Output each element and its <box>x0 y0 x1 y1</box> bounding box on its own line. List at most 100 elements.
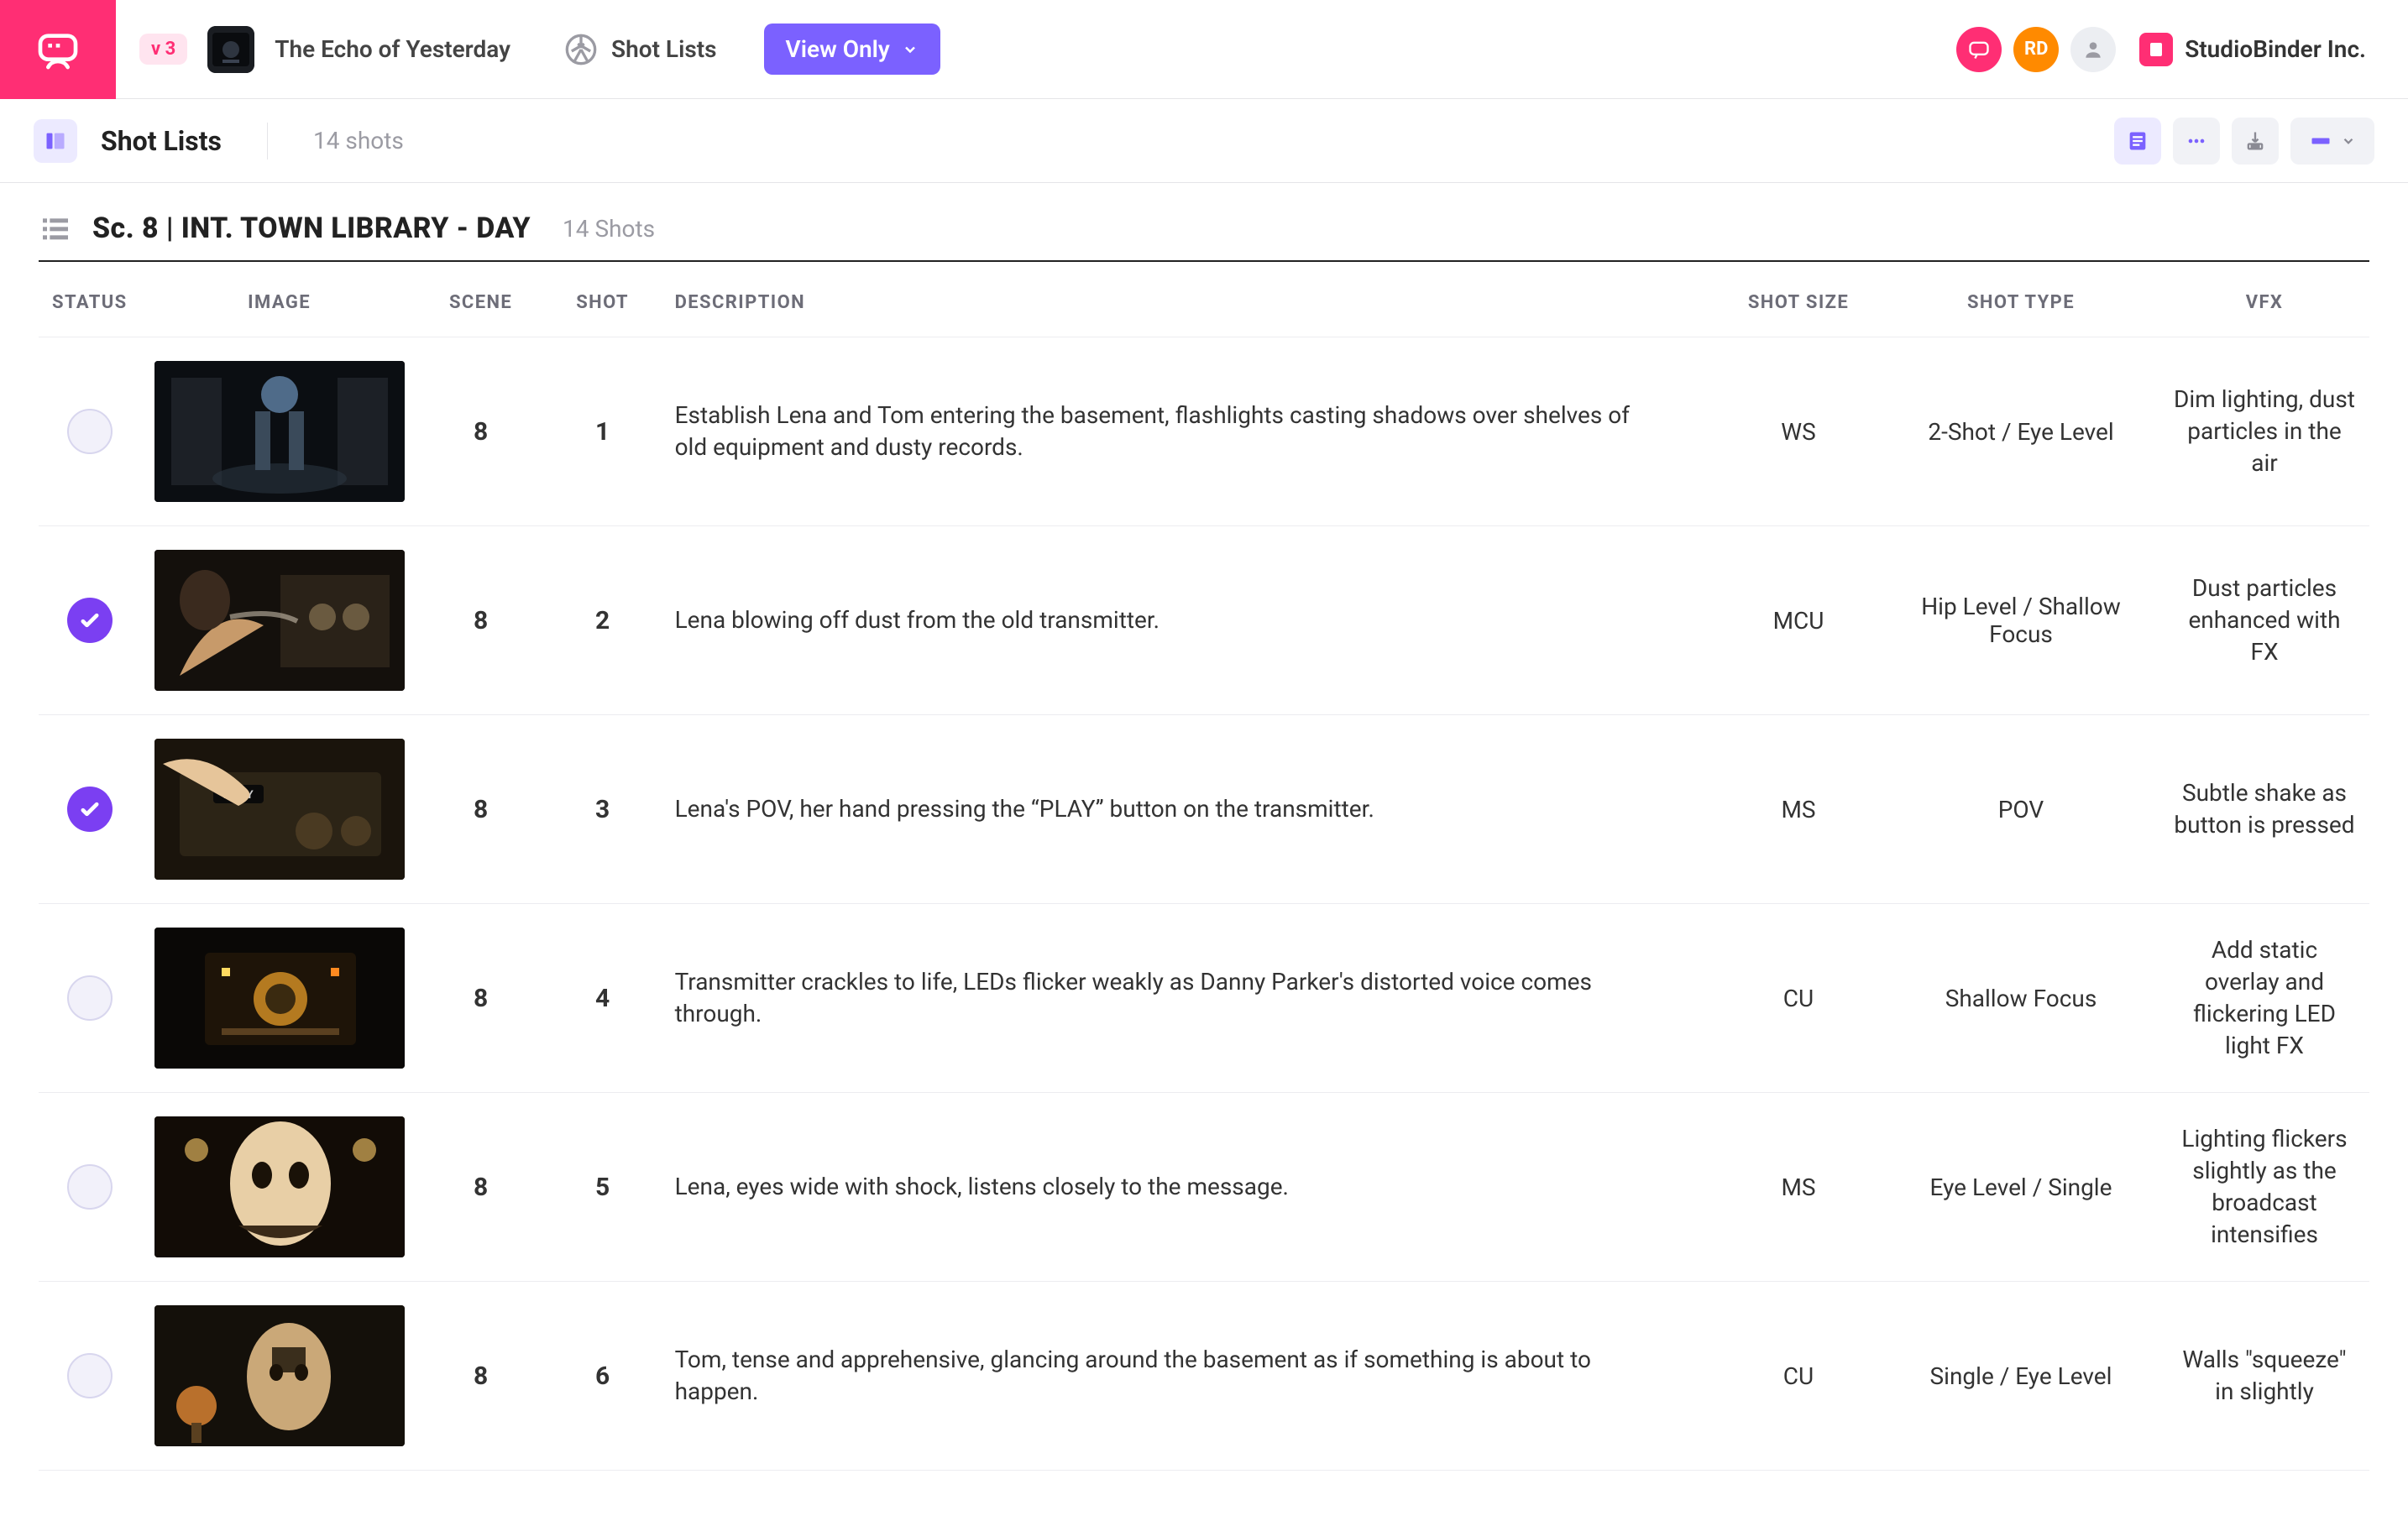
guest-avatar[interactable] <box>2070 27 2116 72</box>
status-done-icon[interactable] <box>67 787 113 832</box>
cell-vfx: Dust particles enhanced with FX <box>2173 572 2356 667</box>
cell-shot-type: 2-Shot / Eye Level <box>1882 337 2159 526</box>
cell-scene: 8 <box>418 526 544 715</box>
svg-text:PDF: PDF <box>2251 144 2259 149</box>
brand-logo[interactable] <box>0 0 116 99</box>
chevron-down-icon <box>902 41 919 58</box>
cell-scene: 8 <box>418 337 544 526</box>
col-description[interactable]: DESCRIPTION <box>662 262 1714 337</box>
cell-shot-type: POV <box>1882 715 2159 904</box>
cell-shot-type: Hip Level / Shallow Focus <box>1882 526 2159 715</box>
company-name: StudioBinder Inc. <box>2185 35 2366 63</box>
cell-description: Lena's POV, her hand pressing the “PLAY”… <box>675 793 1649 825</box>
col-status[interactable]: STATUS <box>39 262 141 337</box>
top-left-group: v 3 The Echo of Yesterday Shot Lists Vie… <box>116 24 1956 75</box>
cell-shot: 6 <box>544 1282 662 1471</box>
chevron-down-icon <box>2341 133 2356 149</box>
cell-shot-type: Single / Eye Level <box>1882 1282 2159 1471</box>
view-only-button[interactable]: View Only <box>764 24 940 75</box>
col-scene[interactable]: SCENE <box>418 262 544 337</box>
cell-shot-size: CU <box>1714 904 1882 1093</box>
layout-icon[interactable] <box>34 119 77 163</box>
sub-count: 14 shots <box>313 127 404 154</box>
more-options-button[interactable] <box>2173 118 2220 165</box>
view-sheet-button[interactable] <box>2114 118 2161 165</box>
cell-scene: 8 <box>418 715 544 904</box>
table-row[interactable]: 8 5 Lena, eyes wide with shock, listens … <box>39 1093 2369 1282</box>
shot-thumbnail[interactable] <box>154 361 405 502</box>
sub-title: Shot Lists <box>101 125 222 157</box>
view-only-label: View Only <box>786 35 890 63</box>
scene-header: Sc. 8 | INT. TOWN LIBRARY - DAY 14 Shots <box>0 183 2408 260</box>
table-row[interactable]: 8 6 Tom, tense and apprehensive, glancin… <box>39 1282 2369 1471</box>
cell-description: Lena blowing off dust from the old trans… <box>675 604 1649 636</box>
cell-description: Transmitter crackles to life, LEDs flick… <box>675 966 1649 1030</box>
sub-left: Shot Lists 14 shots <box>34 119 404 163</box>
toolbar: PDF <box>2114 118 2374 165</box>
export-pdf-button[interactable]: PDF <box>2232 118 2279 165</box>
shot-thumbnail[interactable] <box>154 1116 405 1257</box>
cell-shot-size: MS <box>1714 1093 1882 1282</box>
cell-shot: 3 <box>544 715 662 904</box>
table-row[interactable]: 8 4 Transmitter crackles to life, LEDs f… <box>39 904 2369 1093</box>
chat-avatar[interactable] <box>1956 27 2002 72</box>
project-thumbnail[interactable] <box>207 26 254 73</box>
scene-title: Sc. 8 | INT. TOWN LIBRARY - DAY <box>92 212 531 245</box>
status-empty-icon[interactable] <box>67 975 113 1021</box>
cell-vfx: Dim lighting, dust particles in the air <box>2173 384 2356 478</box>
display-mode-button[interactable] <box>2290 118 2374 165</box>
col-vfx[interactable]: VFX <box>2159 262 2369 337</box>
status-empty-icon[interactable] <box>67 1164 113 1210</box>
col-shot-type[interactable]: SHOT TYPE <box>1882 262 2159 337</box>
divider <box>267 123 268 159</box>
user-avatar[interactable]: RD <box>2013 27 2059 72</box>
cell-shot-size: CU <box>1714 1282 1882 1471</box>
shot-thumbnail[interactable] <box>154 550 405 691</box>
version-badge[interactable]: v 3 <box>139 34 187 65</box>
cell-scene: 8 <box>418 1282 544 1471</box>
shot-table: STATUS IMAGE SCENE SHOT DESCRIPTION SHOT… <box>39 262 2369 1471</box>
cell-vfx: Walls "squeeze" in slightly <box>2173 1344 2356 1408</box>
shot-table-wrap: STATUS IMAGE SCENE SHOT DESCRIPTION SHOT… <box>0 260 2408 1521</box>
cell-shot: 5 <box>544 1093 662 1282</box>
status-done-icon[interactable] <box>67 598 113 643</box>
cell-shot-type: Eye Level / Single <box>1882 1093 2159 1282</box>
col-image[interactable]: IMAGE <box>141 262 418 337</box>
company-chip[interactable]: StudioBinder Inc. <box>2128 26 2378 73</box>
cell-vfx: Lighting flickers slightly as the broadc… <box>2173 1123 2356 1250</box>
list-icon <box>39 212 72 245</box>
cell-vfx: Add static overlay and flickering LED li… <box>2173 934 2356 1061</box>
cell-scene: 8 <box>418 904 544 1093</box>
shot-thumbnail[interactable]: PLAY <box>154 739 405 880</box>
status-empty-icon[interactable] <box>67 409 113 454</box>
cell-scene: 8 <box>418 1093 544 1282</box>
table-row[interactable]: 8 2 Lena blowing off dust from the old t… <box>39 526 2369 715</box>
cell-shot-size: WS <box>1714 337 1882 526</box>
cell-shot: 2 <box>544 526 662 715</box>
cell-description: Establish Lena and Tom entering the base… <box>675 400 1649 463</box>
section-breadcrumb[interactable]: Shot Lists <box>564 33 717 66</box>
cell-shot: 1 <box>544 337 662 526</box>
cell-shot: 4 <box>544 904 662 1093</box>
cell-shot-size: MCU <box>1714 526 1882 715</box>
company-icon <box>2139 33 2173 66</box>
col-shot-size[interactable]: SHOT SIZE <box>1714 262 1882 337</box>
section-label: Shot Lists <box>611 35 717 63</box>
cell-shot-size: MS <box>1714 715 1882 904</box>
top-right-group: RD StudioBinder Inc. <box>1956 26 2408 73</box>
status-empty-icon[interactable] <box>67 1353 113 1398</box>
top-bar: v 3 The Echo of Yesterday Shot Lists Vie… <box>0 0 2408 99</box>
cell-shot-type: Shallow Focus <box>1882 904 2159 1093</box>
cell-description: Tom, tense and apprehensive, glancing ar… <box>675 1344 1649 1408</box>
cell-description: Lena, eyes wide with shock, listens clos… <box>675 1171 1649 1203</box>
cell-vfx: Subtle shake as button is pressed <box>2173 777 2356 841</box>
table-row[interactable]: 8 1 Establish Lena and Tom entering the … <box>39 337 2369 526</box>
table-row[interactable]: PLAY 8 3 Lena's POV, her hand pressing t… <box>39 715 2369 904</box>
aperture-icon <box>564 33 598 66</box>
project-title[interactable]: The Echo of Yesterday <box>275 35 510 63</box>
shot-thumbnail[interactable] <box>154 1305 405 1446</box>
shot-thumbnail[interactable] <box>154 928 405 1069</box>
scene-shot-count: 14 Shots <box>563 215 655 243</box>
col-shot[interactable]: SHOT <box>544 262 662 337</box>
sub-bar: Shot Lists 14 shots PDF <box>0 99 2408 183</box>
